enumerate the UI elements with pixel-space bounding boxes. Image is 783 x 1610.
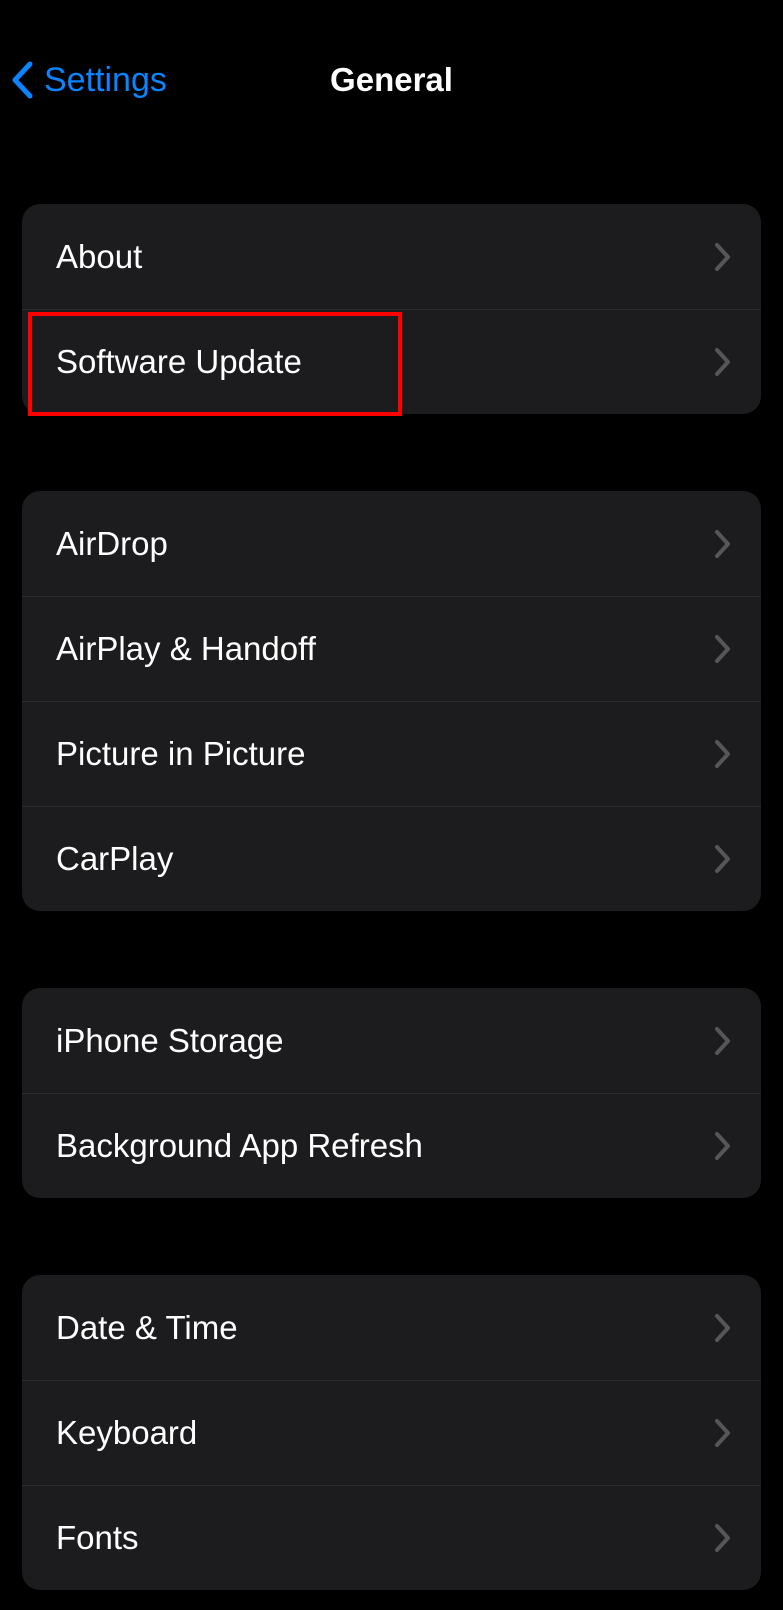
- row-label: Software Update: [56, 343, 302, 381]
- group-about: About Software Update: [22, 204, 761, 414]
- back-button[interactable]: Settings: [0, 61, 167, 100]
- row-label: About: [56, 238, 142, 276]
- row-picture-in-picture[interactable]: Picture in Picture: [22, 701, 761, 806]
- row-label: Picture in Picture: [56, 735, 305, 773]
- chevron-right-icon: [713, 739, 733, 769]
- nav-bar: Settings General: [0, 38, 783, 122]
- row-label: iPhone Storage: [56, 1022, 284, 1060]
- group-airdrop: AirDrop AirPlay & Handoff Picture in Pic…: [22, 491, 761, 911]
- chevron-right-icon: [713, 844, 733, 874]
- content: About Software Update AirDrop AirPlay & …: [0, 122, 783, 1590]
- back-label: Settings: [44, 61, 167, 100]
- row-date-time[interactable]: Date & Time: [22, 1275, 761, 1380]
- chevron-right-icon: [713, 529, 733, 559]
- row-software-update[interactable]: Software Update: [22, 309, 761, 414]
- row-carplay[interactable]: CarPlay: [22, 806, 761, 911]
- row-label: Keyboard: [56, 1414, 197, 1452]
- chevron-left-icon: [10, 61, 34, 99]
- chevron-right-icon: [713, 1313, 733, 1343]
- chevron-right-icon: [713, 347, 733, 377]
- row-label: Date & Time: [56, 1309, 238, 1347]
- row-label: Background App Refresh: [56, 1127, 423, 1165]
- chevron-right-icon: [713, 1523, 733, 1553]
- row-iphone-storage[interactable]: iPhone Storage: [22, 988, 761, 1093]
- chevron-right-icon: [713, 634, 733, 664]
- row-background-app-refresh[interactable]: Background App Refresh: [22, 1093, 761, 1198]
- row-airdrop[interactable]: AirDrop: [22, 491, 761, 596]
- row-fonts[interactable]: Fonts: [22, 1485, 761, 1590]
- chevron-right-icon: [713, 242, 733, 272]
- chevron-right-icon: [713, 1418, 733, 1448]
- row-label: CarPlay: [56, 840, 173, 878]
- row-label: AirPlay & Handoff: [56, 630, 316, 668]
- page-title: General: [330, 61, 453, 99]
- group-storage: iPhone Storage Background App Refresh: [22, 988, 761, 1198]
- row-about[interactable]: About: [22, 204, 761, 309]
- group-datetime: Date & Time Keyboard Fonts: [22, 1275, 761, 1590]
- chevron-right-icon: [713, 1131, 733, 1161]
- row-label: Fonts: [56, 1519, 139, 1557]
- row-label: AirDrop: [56, 525, 168, 563]
- row-airplay-handoff[interactable]: AirPlay & Handoff: [22, 596, 761, 701]
- row-keyboard[interactable]: Keyboard: [22, 1380, 761, 1485]
- chevron-right-icon: [713, 1026, 733, 1056]
